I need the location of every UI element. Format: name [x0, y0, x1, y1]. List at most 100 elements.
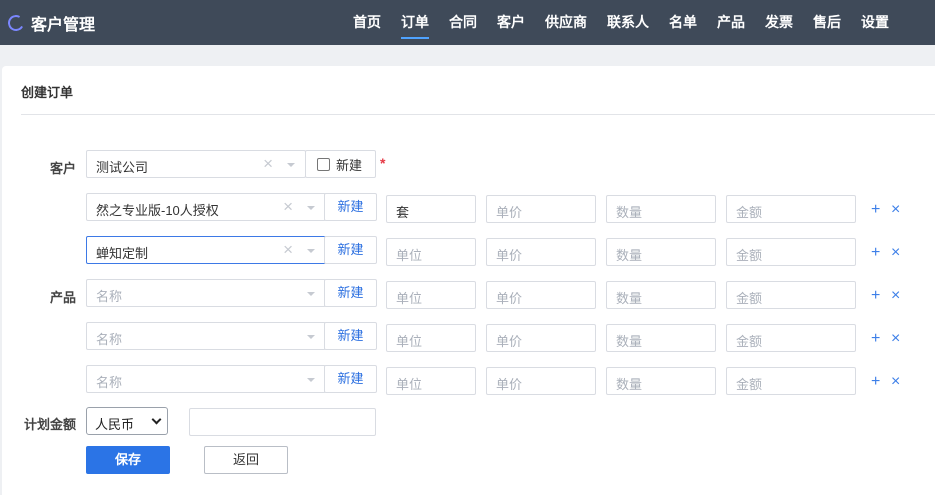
- currency-select[interactable]: 人民币: [86, 407, 168, 435]
- new-customer-label: 新建: [336, 157, 363, 173]
- new-product-button[interactable]: 新建: [324, 365, 377, 393]
- product-select[interactable]: 蝉知定制 ×: [86, 236, 326, 264]
- nav-item-contracts[interactable]: 合同: [449, 0, 477, 45]
- product-label: 产品: [49, 290, 76, 305]
- app-title: 客户管理: [31, 17, 96, 34]
- back-button[interactable]: 返回: [204, 446, 288, 474]
- product-select[interactable]: 名称: [86, 322, 326, 350]
- remove-row-icon[interactable]: ×: [891, 331, 900, 347]
- nav-item-home[interactable]: 首页: [353, 0, 381, 45]
- brand-logo-icon: [6, 13, 26, 33]
- chevron-down-icon: [287, 163, 295, 167]
- clear-icon[interactable]: ×: [283, 198, 293, 216]
- product-name-placeholder: 名称: [96, 332, 123, 347]
- panel-divider: [21, 114, 935, 115]
- nav-item-orders[interactable]: 订单: [401, 0, 429, 45]
- remove-row-icon[interactable]: ×: [891, 202, 900, 218]
- amount-placeholder: 金额: [736, 291, 763, 306]
- quantity-placeholder: 数量: [616, 205, 643, 220]
- unit-input[interactable]: 单位: [386, 324, 476, 352]
- unit-input[interactable]: 单位: [386, 367, 476, 395]
- new-customer-checkbox[interactable]: [317, 157, 330, 171]
- price-placeholder: 单价: [496, 377, 523, 392]
- price-input[interactable]: 单价: [486, 195, 596, 223]
- product-name-placeholder: 名称: [96, 289, 123, 304]
- quantity-input[interactable]: 数量: [606, 281, 716, 309]
- product-name-value: 然之专业版-10人授权: [96, 203, 219, 218]
- unit-input[interactable]: 单位: [386, 238, 476, 266]
- create-order-panel: 创建订单 客户 测试公司 × 新建 * 产品 然之专业版-10人授权 × 新建 …: [2, 66, 935, 495]
- amount-input[interactable]: 金额: [726, 195, 856, 223]
- unit-input[interactable]: 单位: [386, 281, 476, 309]
- customer-label: 客户: [49, 161, 76, 176]
- brand[interactable]: 客户管理: [6, 12, 96, 34]
- amount-placeholder: 金额: [736, 248, 763, 263]
- chevron-down-icon: [307, 335, 315, 339]
- chevron-down-icon: [307, 292, 315, 296]
- chevron-down-icon: [307, 378, 315, 382]
- unit-placeholder: 单位: [396, 377, 423, 392]
- remove-row-icon[interactable]: ×: [891, 245, 900, 261]
- unit-placeholder: 单位: [396, 248, 423, 263]
- nav-item-customers[interactable]: 客户: [497, 0, 525, 45]
- nav-item-after-sales[interactable]: 售后: [813, 0, 841, 45]
- remove-row-icon[interactable]: ×: [891, 288, 900, 304]
- product-select[interactable]: 名称: [86, 279, 326, 307]
- amount-input[interactable]: 金额: [726, 238, 856, 266]
- unit-placeholder: 单位: [396, 291, 423, 306]
- clear-icon[interactable]: ×: [283, 241, 293, 259]
- new-product-button[interactable]: 新建: [324, 193, 377, 221]
- nav-item-contacts[interactable]: 联系人: [607, 0, 649, 45]
- quantity-input[interactable]: 数量: [606, 324, 716, 352]
- unit-placeholder: 单位: [396, 334, 423, 349]
- price-placeholder: 单价: [496, 205, 523, 220]
- unit-input[interactable]: 套: [386, 195, 476, 223]
- price-placeholder: 单价: [496, 248, 523, 263]
- price-input[interactable]: 单价: [486, 367, 596, 395]
- amount-input[interactable]: 金额: [726, 281, 856, 309]
- price-placeholder: 单价: [496, 334, 523, 349]
- new-product-button[interactable]: 新建: [324, 236, 377, 264]
- customer-value: 测试公司: [96, 160, 149, 175]
- chevron-down-icon: [307, 206, 315, 210]
- product-select[interactable]: 名称: [86, 365, 326, 393]
- new-customer-toggle[interactable]: 新建: [305, 150, 376, 178]
- plan-amount-input[interactable]: [189, 408, 376, 436]
- quantity-placeholder: 数量: [616, 334, 643, 349]
- quantity-input[interactable]: 数量: [606, 238, 716, 266]
- nav-item-invoices[interactable]: 发票: [765, 0, 793, 45]
- nav-item-products[interactable]: 产品: [717, 0, 745, 45]
- clear-icon[interactable]: ×: [263, 155, 273, 173]
- quantity-placeholder: 数量: [616, 291, 643, 306]
- panel-title: 创建订单: [21, 85, 74, 100]
- new-product-button[interactable]: 新建: [324, 322, 377, 350]
- top-navigation-bar: 客户管理 首页 订单 合同 客户 供应商 联系人 名单 产品 发票 售后 设置: [0, 0, 935, 45]
- amount-placeholder: 金额: [736, 377, 763, 392]
- plan-amount-label: 计划金额: [23, 417, 76, 432]
- customer-select[interactable]: 测试公司 ×: [86, 150, 306, 178]
- amount-placeholder: 金额: [736, 205, 763, 220]
- quantity-input[interactable]: 数量: [606, 367, 716, 395]
- chevron-down-icon: [151, 414, 162, 425]
- nav-item-lists[interactable]: 名单: [669, 0, 697, 45]
- amount-input[interactable]: 金额: [726, 367, 856, 395]
- add-row-icon[interactable]: +: [871, 288, 880, 304]
- new-product-button[interactable]: 新建: [324, 279, 377, 307]
- currency-value: 人民币: [95, 417, 135, 432]
- add-row-icon[interactable]: +: [871, 331, 880, 347]
- add-row-icon[interactable]: +: [871, 245, 880, 261]
- remove-row-icon[interactable]: ×: [891, 374, 900, 390]
- product-select[interactable]: 然之专业版-10人授权 ×: [86, 193, 326, 221]
- price-input[interactable]: 单价: [486, 238, 596, 266]
- amount-input[interactable]: 金额: [726, 324, 856, 352]
- nav-item-settings[interactable]: 设置: [861, 0, 889, 45]
- amount-placeholder: 金额: [736, 334, 763, 349]
- quantity-input[interactable]: 数量: [606, 195, 716, 223]
- nav-item-suppliers[interactable]: 供应商: [545, 0, 587, 45]
- add-row-icon[interactable]: +: [871, 374, 880, 390]
- required-mark: *: [380, 155, 386, 171]
- price-input[interactable]: 单价: [486, 281, 596, 309]
- add-row-icon[interactable]: +: [871, 202, 880, 218]
- price-input[interactable]: 单价: [486, 324, 596, 352]
- save-button[interactable]: 保存: [86, 446, 170, 474]
